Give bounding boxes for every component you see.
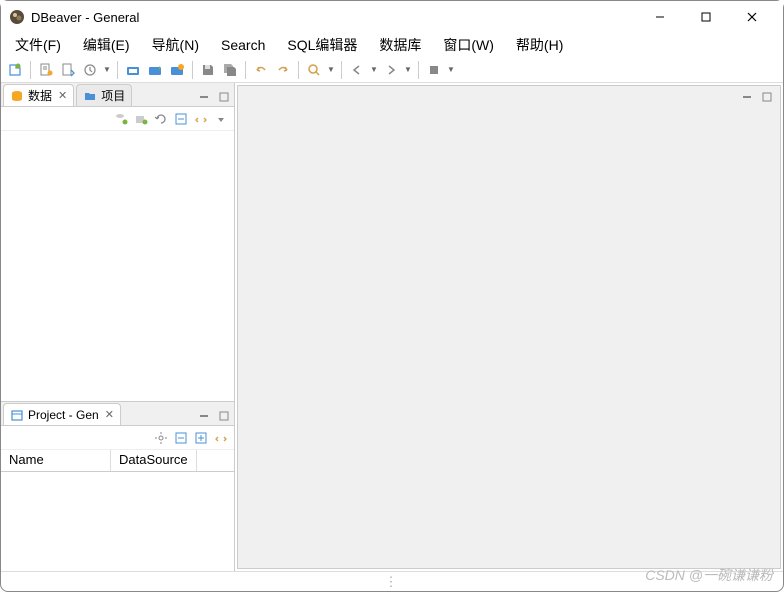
transaction-icon[interactable] xyxy=(167,60,187,80)
tab-data-label: 数据 xyxy=(28,87,52,104)
close-icon[interactable]: ✕ xyxy=(105,408,114,421)
project-icon xyxy=(10,408,24,422)
maximize-panel-icon[interactable] xyxy=(758,88,776,106)
project-panel: Project - Gen ✕ Name DataSource xyxy=(1,401,234,571)
toolbar-separator xyxy=(418,61,419,79)
navigator-tabs: 数据 ✕ 项目 xyxy=(1,83,234,107)
menu-help[interactable]: 帮助(H) xyxy=(506,33,573,57)
dropdown-icon[interactable]: ▼ xyxy=(369,65,379,74)
dbeaver-icon xyxy=(9,9,25,25)
menu-search[interactable]: Search xyxy=(211,35,275,55)
workspace: 数据 ✕ 项目 xyxy=(1,83,783,571)
menu-navigate[interactable]: 导航(N) xyxy=(142,33,209,57)
folder-icon xyxy=(83,89,97,103)
column-name[interactable]: Name xyxy=(1,450,111,471)
link-editor-icon[interactable] xyxy=(212,429,230,447)
open-sql-script-icon[interactable] xyxy=(58,60,78,80)
tab-project-label: Project - Gen xyxy=(28,408,99,422)
maximize-button[interactable] xyxy=(683,1,729,33)
toolbar-separator xyxy=(117,61,118,79)
menu-file[interactable]: 文件(F) xyxy=(5,33,71,57)
new-folder-icon[interactable] xyxy=(132,110,150,128)
tab-data[interactable]: 数据 ✕ xyxy=(3,84,74,106)
editor-area[interactable] xyxy=(237,85,781,569)
back-icon[interactable] xyxy=(347,60,367,80)
drag-grip-icon[interactable]: ⋮ xyxy=(385,574,400,590)
tab-projects-label: 项目 xyxy=(101,87,125,104)
stop-icon[interactable] xyxy=(424,60,444,80)
navigator-toolbar xyxy=(1,107,234,131)
collapse-all-icon[interactable] xyxy=(172,429,190,447)
toolbar-separator xyxy=(245,61,246,79)
toolbar-separator xyxy=(30,61,31,79)
titlebar: DBeaver - General xyxy=(1,1,783,33)
close-button[interactable] xyxy=(729,1,775,33)
undo-icon[interactable] xyxy=(251,60,271,80)
new-connection-icon[interactable] xyxy=(5,60,25,80)
rollback-icon[interactable] xyxy=(145,60,165,80)
settings-icon[interactable] xyxy=(152,429,170,447)
dropdown-icon[interactable]: ▼ xyxy=(102,65,112,74)
column-datasource[interactable]: DataSource xyxy=(111,450,197,471)
minimize-panel-icon[interactable] xyxy=(195,407,213,425)
toolbar-separator xyxy=(192,61,193,79)
maximize-panel-icon[interactable] xyxy=(215,88,233,106)
minimize-panel-icon[interactable] xyxy=(738,88,756,106)
main-toolbar: ▼ ▼ ▼ ▼ ▼ xyxy=(1,57,783,83)
menubar: 文件(F) 编辑(E) 导航(N) Search SQL编辑器 数据库 窗口(W… xyxy=(1,33,783,57)
toolbar-separator xyxy=(341,61,342,79)
redo-icon[interactable] xyxy=(273,60,293,80)
navigator-panel: 数据 ✕ 项目 xyxy=(1,83,234,401)
database-icon xyxy=(10,89,24,103)
save-icon[interactable] xyxy=(198,60,218,80)
minimize-button[interactable] xyxy=(637,1,683,33)
link-editor-icon[interactable] xyxy=(192,110,210,128)
recent-sql-icon[interactable] xyxy=(80,60,100,80)
search-icon[interactable] xyxy=(304,60,324,80)
dropdown-icon[interactable]: ▼ xyxy=(446,65,456,74)
view-menu-icon[interactable] xyxy=(212,110,230,128)
menu-window[interactable]: 窗口(W) xyxy=(433,33,504,57)
new-sql-script-icon[interactable] xyxy=(36,60,56,80)
dropdown-icon[interactable]: ▼ xyxy=(403,65,413,74)
new-connection-icon[interactable] xyxy=(112,110,130,128)
project-table-body[interactable] xyxy=(1,472,234,571)
editor-controls xyxy=(738,88,776,106)
toolbar-separator xyxy=(298,61,299,79)
left-column: 数据 ✕ 项目 xyxy=(1,83,235,571)
expand-all-icon[interactable] xyxy=(192,429,210,447)
close-icon[interactable]: ✕ xyxy=(58,89,67,102)
refresh-icon[interactable] xyxy=(152,110,170,128)
commit-icon[interactable] xyxy=(123,60,143,80)
save-all-icon[interactable] xyxy=(220,60,240,80)
collapse-all-icon[interactable] xyxy=(172,110,190,128)
menu-edit[interactable]: 编辑(E) xyxy=(73,33,140,57)
project-table-header: Name DataSource xyxy=(1,450,234,472)
tab-project[interactable]: Project - Gen ✕ xyxy=(3,403,121,425)
menu-database[interactable]: 数据库 xyxy=(369,33,431,57)
maximize-panel-icon[interactable] xyxy=(215,407,233,425)
statusbar: ⋮ xyxy=(1,571,783,591)
minimize-panel-icon[interactable] xyxy=(195,88,213,106)
window-title: DBeaver - General xyxy=(31,10,637,25)
project-toolbar xyxy=(1,426,234,450)
forward-icon[interactable] xyxy=(381,60,401,80)
menu-sql-editor[interactable]: SQL编辑器 xyxy=(277,33,367,57)
project-tabs: Project - Gen ✕ xyxy=(1,402,234,426)
tab-projects[interactable]: 项目 xyxy=(76,84,132,106)
navigator-tree[interactable] xyxy=(1,131,234,401)
dropdown-icon[interactable]: ▼ xyxy=(326,65,336,74)
